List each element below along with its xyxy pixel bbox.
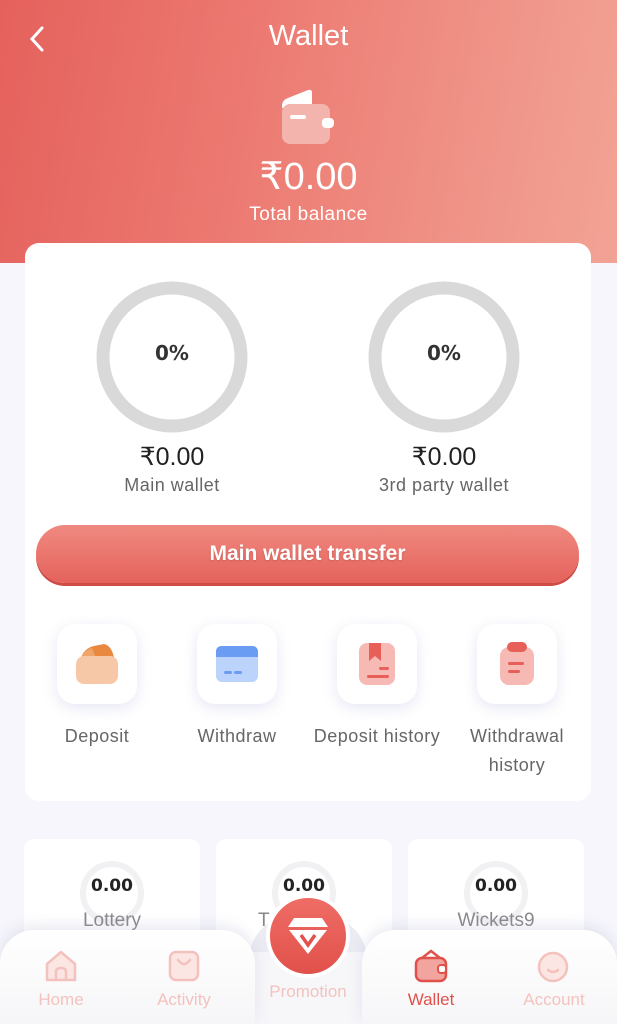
withdraw-label: Withdraw: [197, 726, 277, 746]
game-balance: 0.00: [283, 876, 325, 896]
gauge-percent: 0%: [427, 341, 461, 365]
deposit-history-label: Deposit history: [313, 726, 441, 746]
nav-home[interactable]: Home: [11, 948, 111, 1010]
wallet-icon: [282, 89, 334, 144]
withdrawal-history-icon: [500, 642, 534, 685]
home-icon: [45, 950, 77, 982]
nav-promotion[interactable]: Promotion: [258, 976, 358, 1002]
nav-label: Activity: [157, 990, 211, 1009]
gauge-percent: 0%: [155, 341, 189, 365]
nav-activity[interactable]: Activity: [134, 948, 234, 1010]
withdraw-tile: [197, 624, 277, 704]
withdraw-button[interactable]: Withdraw: [172, 624, 302, 751]
main-wallet-amount: ₹0.00: [139, 443, 205, 471]
deposit-icon: [76, 644, 118, 684]
diamond-icon: [288, 918, 328, 954]
withdrawal-history-button[interactable]: Withdrawal history: [452, 624, 582, 780]
total-balance-label: Total balance: [249, 204, 368, 225]
third-party-wallet-label: 3rd party wallet: [378, 475, 510, 495]
activity-bag-icon: [168, 950, 200, 982]
promotion-button[interactable]: [266, 894, 350, 978]
game-name: Lottery: [82, 910, 142, 931]
deposit-button[interactable]: Deposit: [32, 624, 162, 751]
wallet-icon: [414, 949, 448, 983]
main-wallet-gauge: 0%: [96, 281, 248, 433]
account-face-icon: [537, 951, 569, 983]
game-balance: 0.00: [91, 876, 133, 896]
main-wallet-transfer-button[interactable]: Main wallet transfer: [36, 525, 579, 583]
third-party-wallet-gauge: 0%: [368, 281, 520, 433]
main-wallet-label: Main wallet: [124, 475, 220, 495]
deposit-history-button[interactable]: Deposit history: [312, 624, 442, 751]
deposit-history-icon: [359, 643, 395, 685]
deposit-history-tile: [337, 624, 417, 704]
withdrawal-history-label: Withdrawal history: [469, 726, 565, 775]
bottom-nav: Home Activity Promotion Wallet Account: [0, 894, 617, 1024]
deposit-label: Deposit: [64, 726, 130, 746]
game-name: Wickets9: [457, 910, 535, 931]
nav-label: Promotion: [269, 982, 347, 1001]
total-balance-amount: ₹0.00: [259, 156, 358, 198]
withdraw-card-icon: [216, 646, 258, 682]
header: Wallet ₹0.00 Total balance: [0, 0, 617, 263]
nav-label: Account: [523, 990, 585, 1009]
deposit-tile: [57, 624, 137, 704]
nav-wallet[interactable]: Wallet: [381, 948, 481, 1010]
nav-label: Home: [38, 990, 84, 1009]
game-balance: 0.00: [475, 876, 517, 896]
page-title: Wallet: [268, 20, 349, 52]
nav-label: Wallet: [407, 990, 455, 1009]
third-party-wallet-amount: ₹0.00: [411, 443, 477, 471]
wallet-card: 0% ₹0.00 Main wallet 0% ₹0.00 3rd party …: [25, 243, 591, 801]
withdrawal-history-tile: [477, 624, 557, 704]
nav-account[interactable]: Account: [504, 948, 604, 1010]
